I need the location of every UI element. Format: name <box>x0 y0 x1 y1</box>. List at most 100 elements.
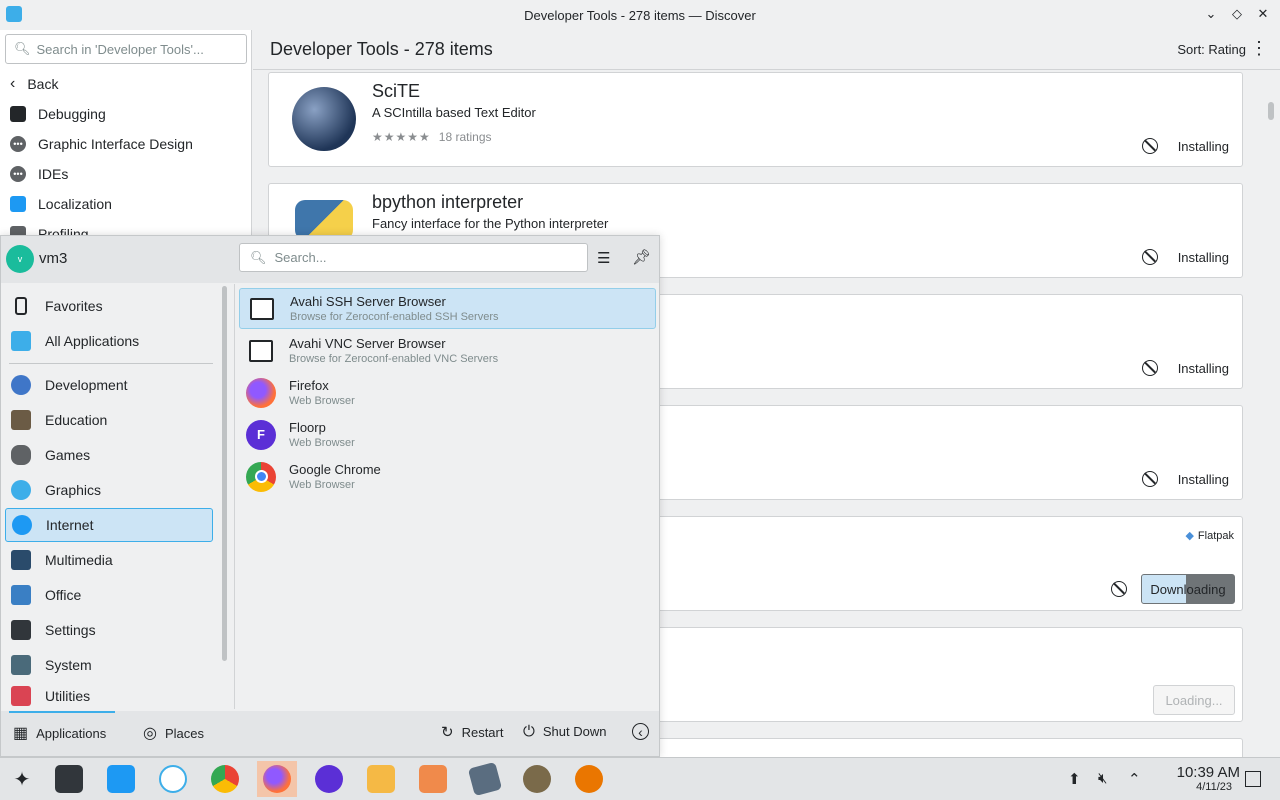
taskbar-kde-connect[interactable] <box>153 761 193 797</box>
sidebar-item-label: Localization <box>38 196 112 212</box>
category-internet[interactable]: Internet <box>5 508 213 542</box>
taskbar-chrome[interactable] <box>205 761 245 797</box>
category-utilities[interactable]: Utilities <box>5 683 213 709</box>
gamepad-icon <box>11 445 31 465</box>
shutdown-button[interactable]: ⏻ Shut Down <box>523 723 606 740</box>
taskbar-files-2[interactable] <box>413 761 453 797</box>
app-google-chrome[interactable]: Google Chrome Web Browser <box>239 456 656 497</box>
minimize-button[interactable]: ⌄ <box>1202 5 1220 23</box>
cancel-icon[interactable] <box>1141 138 1158 154</box>
category-settings[interactable]: Settings <box>5 613 213 647</box>
text-editor-icon <box>467 761 503 797</box>
firefox-icon <box>263 765 291 793</box>
taskbar-files-1[interactable] <box>361 761 401 797</box>
show-desktop-icon[interactable] <box>1245 771 1261 787</box>
sort-dropdown[interactable]: Sort: Rating <box>1177 42 1246 57</box>
close-button[interactable]: ✕ <box>1254 5 1272 23</box>
taskbar-floorp[interactable] <box>309 761 349 797</box>
sidebar-item-back[interactable]: ‹ Back <box>0 69 252 99</box>
app-avahi-vnc[interactable]: Avahi VNC Server Browser Browse for Zero… <box>239 330 656 371</box>
category-education[interactable]: Education <box>5 403 213 437</box>
sidebar-item-localization[interactable]: Localization <box>0 189 252 219</box>
clock-date[interactable]: 4/11/23 <box>1196 781 1232 793</box>
maximize-button[interactable]: ◇ <box>1228 5 1246 23</box>
taskbar-blender[interactable] <box>569 761 609 797</box>
configure-icon[interactable]: ☰ <box>597 249 610 267</box>
app-name: Avahi SSH Server Browser <box>290 294 446 309</box>
bookmark-icon <box>15 297 27 315</box>
app-card-scite[interactable]: SciTE A SCIntilla based Text Editor ★★★★… <box>268 72 1243 167</box>
cancel-icon[interactable] <box>1141 360 1158 376</box>
sidebar-item-debugging[interactable]: Debugging <box>0 99 252 129</box>
taskbar-system-settings[interactable] <box>49 761 89 797</box>
sidebar-item-label: Back <box>27 76 59 92</box>
loading-button[interactable]: Loading... <box>1153 685 1235 715</box>
firefox-icon <box>245 377 277 409</box>
pin-icon[interactable]: 📌︎ <box>632 248 651 266</box>
restart-button[interactable]: ↻ Restart <box>441 723 503 741</box>
main-scrollbar[interactable] <box>1268 102 1274 120</box>
category-office[interactable]: Office <box>5 578 213 612</box>
category-label: Office <box>45 587 82 603</box>
python-icon <box>295 200 353 240</box>
category-multimedia[interactable]: Multimedia <box>5 543 213 577</box>
gimp-icon <box>523 765 551 793</box>
app-name: Avahi VNC Server Browser <box>289 336 446 351</box>
category-graphics[interactable]: Graphics <box>5 473 213 507</box>
cancel-icon[interactable] <box>1111 581 1127 597</box>
category-games[interactable]: Games <box>5 438 213 472</box>
tab-applications[interactable]: ▦ Applications <box>13 723 106 743</box>
sidebar-item-label: Debugging <box>38 106 106 122</box>
app-launcher-button[interactable]: ✦ <box>2 761 42 797</box>
app-firefox[interactable]: Firefox Web Browser <box>239 372 656 413</box>
page-title: Developer Tools - 278 items <box>270 39 493 59</box>
app-avahi-ssh[interactable]: Avahi SSH Server Browser Browse for Zero… <box>239 288 656 329</box>
launcher-search-input[interactable]: 🔍︎ Search... <box>239 243 588 272</box>
install-status: Installing <box>1141 360 1229 376</box>
category-system[interactable]: System <box>5 648 213 682</box>
main-header: Developer Tools - 278 items Sort: Rating… <box>253 30 1280 70</box>
tab-label: Places <box>164 725 204 741</box>
status-label: Installing <box>1177 360 1229 376</box>
sidebar-item-ides[interactable]: ••• IDEs <box>0 159 252 189</box>
discover-icon <box>107 765 135 793</box>
category-label: Graphics <box>45 482 102 498</box>
category-favorites[interactable]: Favorites <box>5 289 213 323</box>
taskbar-firefox[interactable] <box>257 761 297 797</box>
globe-icon <box>12 515 32 535</box>
category-label: Internet <box>46 517 94 533</box>
terminal-icon <box>246 293 278 325</box>
volume-muted-icon[interactable]: 🔇︎ <box>1098 770 1107 787</box>
update-icon[interactable]: ⬆ <box>1068 770 1081 788</box>
app-name: Floorp <box>289 420 326 435</box>
app-card-description: A SCIntilla based Text Editor <box>372 105 536 120</box>
app-floorp[interactable]: F Floorp Web Browser <box>239 414 656 455</box>
category-all-applications[interactable]: All Applications <box>5 324 213 358</box>
sidebar-item-graphic-interface-design[interactable]: ••• Graphic Interface Design <box>0 129 252 159</box>
install-status: Installing <box>1141 471 1229 487</box>
launcher-header: v vm3 🔍︎ Search... ☰ 📌︎ <box>1 236 659 283</box>
cancel-icon[interactable] <box>1141 471 1158 487</box>
terminal-icon <box>245 335 277 367</box>
downloading-progress-button[interactable]: Downloading <box>1141 574 1235 604</box>
tab-places[interactable]: ◎ Places <box>143 723 204 743</box>
button-label: Restart <box>461 724 504 740</box>
leave-options-button[interactable]: ‹ <box>632 723 649 740</box>
category-scrollbar[interactable] <box>222 286 227 661</box>
slides-icon <box>419 765 447 793</box>
debugging-icon <box>10 106 26 122</box>
app-subtitle: Web Browser <box>289 437 355 449</box>
status-label: Installing <box>1177 471 1229 487</box>
clock-time[interactable]: 10:39 AM <box>1177 764 1240 781</box>
category-development[interactable]: Development <box>5 368 213 402</box>
taskbar-discover[interactable] <box>101 761 141 797</box>
avatar[interactable]: v <box>6 245 34 273</box>
chevron-up-icon[interactable]: ⌃ <box>1128 770 1141 788</box>
more-options-icon[interactable]: ⋮ <box>1250 38 1268 59</box>
cancel-icon[interactable] <box>1141 249 1158 265</box>
app-card-title: SciTE <box>372 81 421 101</box>
sidebar-search-input[interactable]: 🔍︎ Search in 'Developer Tools'... <box>5 34 247 64</box>
taskbar-text-editor[interactable] <box>465 761 505 797</box>
taskbar-gimp[interactable] <box>517 761 557 797</box>
window-titlebar: Developer Tools - 278 items — Discover ⌄… <box>0 0 1280 30</box>
